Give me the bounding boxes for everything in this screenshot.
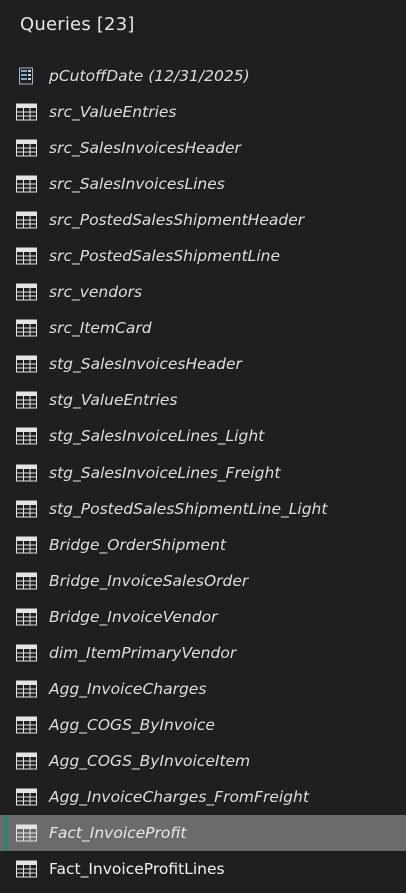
- query-label: src_vendors: [49, 283, 143, 302]
- query-item[interactable]: stg_ValueEntries: [0, 382, 406, 418]
- query-item[interactable]: Bridge_InvoiceVendor: [0, 599, 406, 635]
- table-icon: [16, 608, 37, 626]
- query-item[interactable]: src_PostedSalesShipmentLine: [0, 238, 406, 274]
- query-item[interactable]: Agg_InvoiceCharges_FromFreight: [0, 779, 406, 815]
- table-icon: [16, 644, 37, 662]
- query-label: src_PostedSalesShipmentLine: [49, 247, 280, 266]
- query-item[interactable]: src_ItemCard: [0, 310, 406, 346]
- query-label: stg_SalesInvoicesHeader: [49, 355, 242, 374]
- table-icon: [16, 752, 37, 770]
- query-label: stg_SalesInvoiceLines_Freight: [49, 463, 281, 482]
- table-icon: [16, 283, 37, 301]
- query-item[interactable]: Agg_COGS_ByInvoiceItem: [0, 743, 406, 779]
- table-icon: [16, 788, 37, 806]
- table-icon: [16, 139, 37, 157]
- query-label: Fact_InvoiceProfitLines: [49, 860, 225, 879]
- query-item[interactable]: Bridge_InvoiceSalesOrder: [0, 563, 406, 599]
- query-item[interactable]: Fact_InvoiceProfit: [0, 814, 406, 852]
- query-item[interactable]: src_vendors: [0, 274, 406, 310]
- query-label: src_SalesInvoicesLines: [49, 175, 225, 194]
- table-icon: [16, 536, 37, 554]
- query-list: pCutoffDate (12/31/2025) src_ValueEntries…: [0, 58, 406, 887]
- query-label: Agg_InvoiceCharges: [49, 679, 207, 698]
- query-label: Fact_InvoiceProfit: [49, 824, 187, 842]
- query-item[interactable]: src_SalesInvoicesLines: [0, 166, 406, 202]
- table-icon: [16, 680, 37, 698]
- query-label: Bridge_InvoiceVendor: [49, 607, 218, 626]
- query-item[interactable]: Fact_InvoiceProfitLines: [0, 851, 406, 887]
- query-item[interactable]: Agg_COGS_ByInvoice: [0, 707, 406, 743]
- query-label: src_ItemCard: [49, 319, 152, 338]
- query-item[interactable]: dim_ItemPrimaryVendor: [0, 635, 406, 671]
- table-icon: [16, 391, 37, 409]
- table-icon: [16, 464, 37, 482]
- table-icon: [16, 716, 37, 734]
- query-item[interactable]: Agg_InvoiceCharges: [0, 671, 406, 707]
- table-icon: [16, 572, 37, 590]
- query-item[interactable]: src_SalesInvoicesHeader: [0, 130, 406, 166]
- query-label: Agg_InvoiceCharges_FromFreight: [49, 787, 309, 806]
- query-label: dim_ItemPrimaryVendor: [49, 643, 237, 662]
- query-label: src_SalesInvoicesHeader: [49, 139, 241, 158]
- query-label: Agg_COGS_ByInvoice: [49, 715, 215, 734]
- query-label: pCutoffDate (12/31/2025): [49, 67, 250, 86]
- table-icon: [16, 355, 37, 373]
- query-item[interactable]: stg_SalesInvoicesHeader: [0, 346, 406, 382]
- table-icon: [16, 247, 37, 265]
- query-label: stg_ValueEntries: [49, 391, 178, 410]
- query-item[interactable]: stg_PostedSalesShipmentLine_Light: [0, 491, 406, 527]
- table-icon: [16, 500, 37, 518]
- table-icon: [16, 824, 37, 842]
- query-label: stg_SalesInvoiceLines_Light: [49, 427, 265, 446]
- query-label: Bridge_OrderShipment: [49, 535, 226, 554]
- queries-pane-title: Queries [23]: [20, 14, 135, 35]
- query-item[interactable]: pCutoffDate (12/31/2025): [0, 58, 406, 94]
- queries-pane: Queries [23] pCutoffDate (12/31/2025) src…: [0, 0, 406, 893]
- table-icon: [16, 427, 37, 445]
- query-label: Agg_COGS_ByInvoiceItem: [49, 751, 251, 770]
- query-label: Bridge_InvoiceSalesOrder: [49, 571, 249, 590]
- table-icon: [16, 103, 37, 121]
- query-item[interactable]: stg_SalesInvoiceLines_Freight: [0, 455, 406, 491]
- query-label: src_PostedSalesShipmentHeader: [49, 211, 305, 230]
- query-label: src_ValueEntries: [49, 103, 177, 122]
- table-icon: [16, 319, 37, 337]
- table-icon: [16, 175, 37, 193]
- table-icon: [16, 211, 37, 229]
- query-item[interactable]: stg_SalesInvoiceLines_Light: [0, 418, 406, 454]
- query-item[interactable]: src_ValueEntries: [0, 94, 406, 130]
- query-item[interactable]: Bridge_OrderShipment: [0, 527, 406, 563]
- query-item[interactable]: src_PostedSalesShipmentHeader: [0, 202, 406, 238]
- query-label: stg_PostedSalesShipmentLine_Light: [49, 499, 328, 518]
- table-icon: [16, 860, 37, 878]
- parameter-icon: [16, 67, 37, 85]
